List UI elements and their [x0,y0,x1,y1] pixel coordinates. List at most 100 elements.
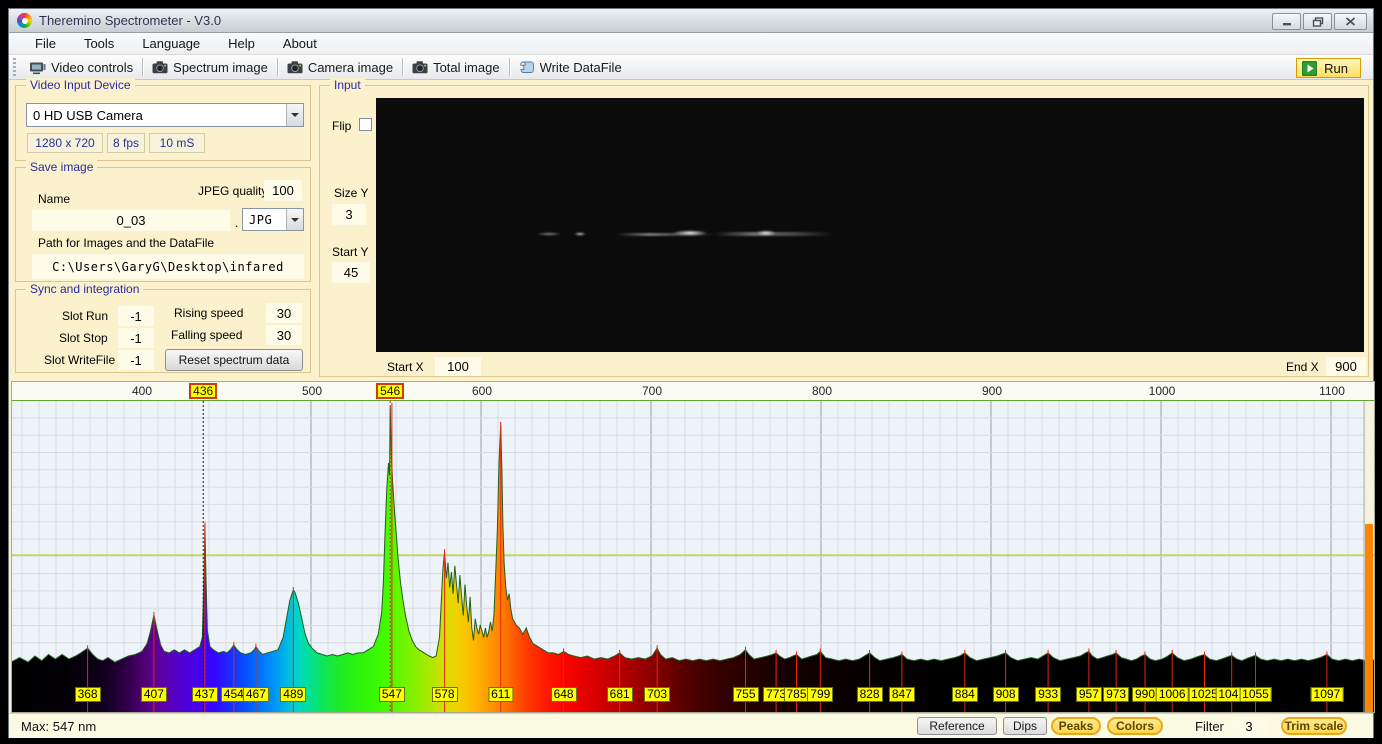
toolbar-button-spectrum-image[interactable]: Spectrum image [144,58,276,77]
input-group: Input Flip Size Y 3 Start Y 45 Start X 1… [319,85,1369,377]
reference-button[interactable]: Reference [917,717,997,735]
sync-group-title: Sync and integration [26,282,143,296]
play-icon [1302,61,1317,76]
toolbar-button-label: Video controls [51,60,133,75]
level-indicator-thumb[interactable] [1365,524,1373,712]
screen: Theremino Spectrometer - V3.0 FileToolsL… [0,0,1382,744]
format-select[interactable]: JPG [242,208,304,231]
spectral-line-streak [574,232,586,236]
peak-label: 799 [807,687,833,702]
run-label: Run [1324,61,1348,76]
video-device-value: 0 HD USB Camera [27,104,286,126]
menubar: FileToolsLanguageHelpAbout [9,33,1373,55]
toolbar-separator [402,58,403,76]
minimize-icon [1281,17,1293,27]
start-x-field[interactable]: 100 [435,357,481,376]
peak-label: 547 [379,687,405,702]
reset-spectrum-button[interactable]: Reset spectrum data [165,349,303,371]
video-device-dropdown-button[interactable] [286,104,303,126]
toolbar-items: Video controls Spectrum image Camera image… [21,58,630,77]
flip-checkbox[interactable] [359,118,372,131]
start-y-field[interactable]: 45 [332,262,370,283]
slot-stop-field[interactable]: -1 [118,328,154,348]
peak-label: 828 [857,687,883,702]
toolbar-button-video-controls[interactable]: Video controls [21,58,141,77]
peak-label: 611 [488,687,513,702]
start-x-label: Start X [387,360,424,374]
peak-label: 437 [192,687,218,702]
toolbar-button-label: Spectrum image [173,60,268,75]
input-group-title: Input [330,78,365,92]
end-x-label: End X [1286,360,1319,374]
size-y-field[interactable]: 3 [332,204,366,225]
resolution-value: 1280 x 720 [27,133,103,153]
axis-tick: 700 [642,384,662,398]
rising-speed-label: Rising speed [174,306,243,320]
slot-stop-label: Slot Stop [59,331,108,345]
chevron-down-icon [291,113,299,117]
extension-dot: . [235,216,238,230]
peak-label: 1097 [1311,687,1344,702]
slot-writefile-field[interactable]: -1 [118,350,154,370]
peak-label: 933 [1035,687,1061,702]
spectrum-plot-area [12,401,1374,712]
file-name-field[interactable]: 0_03 [32,210,230,231]
spectral-line-streak [756,230,776,236]
datafile-icon [519,60,535,74]
toolbar-grip [13,58,16,76]
video-device-select[interactable]: 0 HD USB Camera [26,103,304,127]
menu-item-file[interactable]: File [21,33,70,54]
camera-icon [412,60,428,74]
peak-label: 1055 [1239,687,1272,702]
jpeg-quality-label: JPEG quality [198,184,267,198]
dips-button[interactable]: Dips [1003,717,1047,735]
falling-speed-field[interactable]: 30 [266,325,302,345]
peak-label: 703 [644,687,670,702]
trim-scale-button[interactable]: Trim scale [1281,717,1347,735]
close-icon [1345,17,1356,26]
start-y-label: Start Y [332,245,368,259]
statusbar: Max: 547 nm Reference Dips Peaks Colors … [9,713,1373,738]
highlight-marker-546: 546 [376,383,404,399]
colors-button[interactable]: Colors [1107,717,1163,735]
minimize-button[interactable] [1272,13,1301,30]
menu-item-tools[interactable]: Tools [70,33,128,54]
peak-label: 755 [732,687,758,702]
fps-value: 8 fps [107,133,145,153]
video-input-group: Video Input Device 0 HD USB Camera 1280 … [15,85,311,161]
menu-item-language[interactable]: Language [128,33,214,54]
toolbar-button-camera-image[interactable]: Camera image [279,58,401,77]
format-dropdown-button[interactable] [286,209,303,230]
close-button[interactable] [1334,13,1367,30]
toolbar-button-total-image[interactable]: Total image [404,58,507,77]
save-image-group: Save image JPEG quality 100 Name 0_03 . … [15,167,311,282]
chevron-down-icon [291,218,299,222]
path-field[interactable]: C:\Users\GaryG\Desktop\infared [32,254,304,279]
peak-label: 467 [243,687,269,702]
save-image-group-title: Save image [26,160,97,174]
slot-run-field[interactable]: -1 [118,306,154,326]
jpeg-quality-field[interactable]: 100 [264,180,302,201]
video-controls-icon [29,60,46,75]
camera-view [376,98,1364,352]
filter-label: Filter [1195,719,1224,734]
filter-field[interactable]: 3 [1231,717,1267,735]
run-button[interactable]: Run [1296,58,1361,78]
axis-tick: 1100 [1319,384,1345,398]
app-window: Theremino Spectrometer - V3.0 FileToolsL… [8,8,1374,738]
slot-run-label: Slot Run [62,309,108,323]
peak-label: 681 [607,687,633,702]
end-x-field[interactable]: 900 [1326,357,1366,376]
menu-item-help[interactable]: Help [214,33,269,54]
sync-group: Sync and integration Slot Run -1 Slot St… [15,289,311,373]
rising-speed-field[interactable]: 30 [266,303,302,323]
menu-item-about[interactable]: About [269,33,331,54]
restore-button[interactable] [1303,13,1332,30]
toolbar-button-write-datafile[interactable]: Write DataFile [511,58,630,77]
highlight-marker-436: 436 [189,383,217,399]
max-peak-readout: Max: 547 nm [21,719,96,734]
peaks-button[interactable]: Peaks [1051,717,1101,735]
spectrum-chart: 40050060070080090010001100 4365463684074… [11,381,1375,713]
axis-tick: 400 [132,384,152,398]
window-title: Theremino Spectrometer - V3.0 [39,13,221,28]
